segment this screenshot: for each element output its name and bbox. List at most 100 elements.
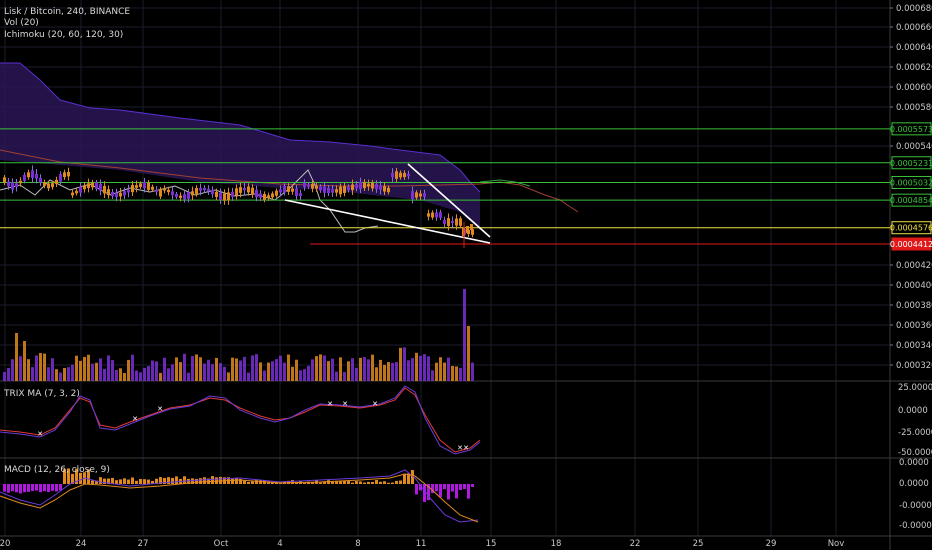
macd-histogram-bar <box>127 479 130 484</box>
volume-bar <box>71 364 74 381</box>
candle-body <box>127 189 130 193</box>
candle-body <box>355 184 358 189</box>
volume-bar <box>131 354 134 381</box>
candle-body <box>223 193 226 201</box>
volume-bar <box>255 354 258 381</box>
volume-bar <box>159 372 162 381</box>
candle-body <box>275 190 278 196</box>
volume-bar <box>87 354 90 381</box>
candle-body <box>235 188 238 196</box>
time-axis-tick-label: 11 <box>416 539 427 549</box>
volume-bar <box>335 371 338 381</box>
candle-body <box>75 190 78 194</box>
price-axis-tick-label: 0.0003400 <box>896 341 932 351</box>
macd-histogram-bar <box>451 484 454 492</box>
macd-histogram-bar <box>383 481 386 484</box>
time-axis-tick-label: 24 <box>76 539 87 549</box>
trix-axis-tick-label: 25.0000 <box>898 383 932 393</box>
macd-histogram-bar <box>291 480 294 484</box>
candle-body <box>47 183 50 189</box>
candle-body <box>95 182 98 189</box>
volume-bar <box>107 355 110 381</box>
macd-histogram-bar <box>15 484 18 493</box>
macd-histogram-bar <box>471 484 474 487</box>
macd-histogram-bar <box>371 482 374 484</box>
candle-body <box>315 186 318 189</box>
candle-body <box>59 174 62 182</box>
volume-bar <box>11 359 14 381</box>
candle-body <box>263 193 266 200</box>
macd-histogram-bar <box>331 481 334 484</box>
time-axis-tick-label: 15 <box>486 539 497 549</box>
chart-title: Lisk / Bitcoin, 240, BINANCE <box>4 7 130 17</box>
volume-bar <box>199 357 202 381</box>
candle-body <box>471 229 474 235</box>
volume-bar <box>211 364 214 381</box>
candle-body <box>319 186 322 191</box>
macd-histogram-bar <box>379 481 382 484</box>
volume-bar <box>123 372 126 381</box>
macd-histogram-bar <box>363 482 366 484</box>
macd-histogram-bar <box>143 479 146 484</box>
volume-bar <box>207 359 210 381</box>
price-axis-tick-label: 0.0006200 <box>896 63 932 73</box>
candle-body <box>251 187 254 195</box>
lisk-btc-chart[interactable]: ✕✕✕✕✕✕✕✕ 0.00068000.00066000.00064000.00… <box>0 0 932 550</box>
macd-legend: MACD (12, 26, close, 9) <box>4 465 110 475</box>
volume-bar <box>375 367 378 381</box>
volume-bar <box>23 341 26 381</box>
time-axis-tick-label: 29 <box>766 539 777 549</box>
candle-body <box>111 192 114 196</box>
candle-body <box>219 192 222 201</box>
volume-bar <box>95 362 98 381</box>
candle-body <box>91 182 94 188</box>
volume-bar <box>411 358 414 381</box>
candle-body <box>327 187 330 194</box>
candle-body <box>307 184 310 187</box>
macd-histogram-bar <box>55 484 58 492</box>
candle-body <box>267 195 270 199</box>
candle-body <box>295 188 298 196</box>
macd-histogram-bar <box>231 478 234 484</box>
volume-bar <box>15 333 18 381</box>
volume-bar <box>147 366 150 381</box>
volume-bar <box>239 360 242 381</box>
macd-histogram-bar <box>23 484 26 493</box>
macd-histogram-bar <box>199 478 202 484</box>
candle-body <box>343 186 346 193</box>
candle-body <box>31 170 34 178</box>
volume-bar <box>443 362 446 381</box>
macd-histogram-bar <box>195 478 198 484</box>
macd-histogram-bar <box>319 482 322 484</box>
candle-body <box>179 195 182 199</box>
volume-bar <box>227 372 230 381</box>
candle-body <box>215 191 218 198</box>
volume-bar <box>319 354 322 381</box>
macd-histogram-bar <box>243 480 246 484</box>
price-axis-tick-label: 0.0004000 <box>896 281 932 291</box>
volume-bar <box>7 367 10 381</box>
macd-histogram-bar <box>203 477 206 484</box>
price-axis-tick-label: 0.0006600 <box>896 23 932 33</box>
candle-body <box>419 193 422 197</box>
volume-bar <box>27 359 30 381</box>
macd-histogram-bar <box>99 477 102 484</box>
volume-bar <box>143 367 146 381</box>
volume-bar <box>75 355 78 381</box>
macd-axis-tick-label: 0.0000 <box>899 479 929 489</box>
trix-cross-marker: ✕ <box>372 400 378 408</box>
candle-body <box>159 189 162 197</box>
trix-cross-marker: ✕ <box>157 405 163 413</box>
price-axis-tick-label: 0.0006800 <box>896 4 932 14</box>
macd-histogram-bar <box>19 484 22 494</box>
volume-bar <box>307 365 310 381</box>
trix-cross-marker: ✕ <box>457 444 463 452</box>
volume-bar <box>179 362 182 381</box>
candle-body <box>303 182 306 188</box>
volume-bar <box>339 357 342 381</box>
volume-bar <box>407 360 410 381</box>
candle-body <box>51 183 54 188</box>
volume-bar <box>343 372 346 381</box>
volume-bar <box>127 359 130 381</box>
candle-body <box>39 177 42 183</box>
